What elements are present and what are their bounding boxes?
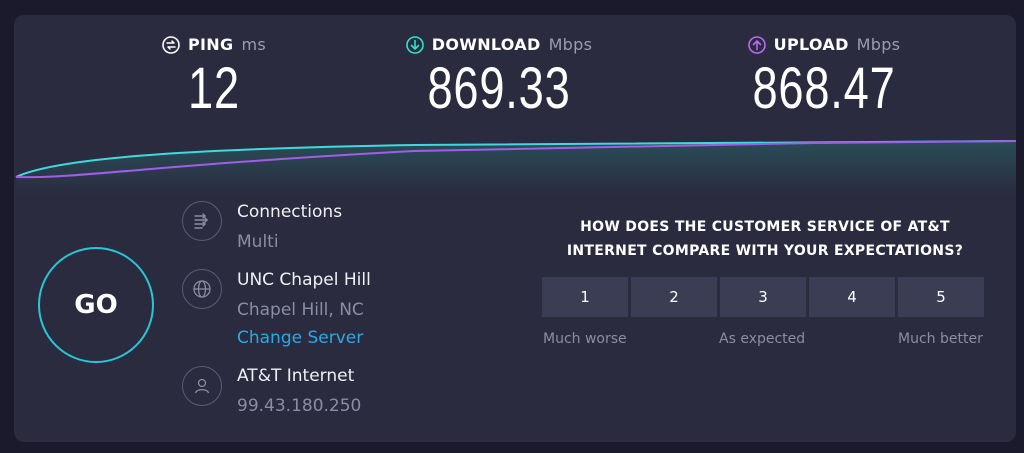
connections-icon	[182, 201, 222, 241]
upload-unit: Mbps	[856, 35, 901, 54]
rating-scale: 1 2 3 4 5	[542, 277, 984, 317]
download-arrow-icon	[405, 35, 424, 54]
rating-button-4[interactable]: 4	[809, 277, 895, 317]
ping-label: PING	[188, 35, 234, 54]
speedtest-result-panel: PING ms 12 DOWNLOAD Mbps 869.33 UPLOAD M…	[14, 15, 1016, 442]
upload-metric: UPLOAD Mbps 868.47	[724, 35, 924, 118]
survey-question-line1: HOW DOES THE CUSTOMER SERVICE OF AT&T	[580, 219, 950, 235]
rating-button-1[interactable]: 1	[542, 277, 628, 317]
user-icon	[182, 366, 222, 406]
ping-value: 12	[188, 56, 240, 121]
download-header: DOWNLOAD Mbps	[384, 35, 614, 54]
rating-button-3[interactable]: 3	[720, 277, 806, 317]
download-value: 869.33	[427, 56, 571, 121]
provider-ip: 99.43.180.250	[237, 396, 362, 416]
ping-icon	[162, 35, 180, 54]
go-button[interactable]: GO	[38, 247, 154, 363]
speed-graph	[15, 140, 1016, 195]
rating-label-low: Much worse	[543, 331, 627, 347]
survey-question: HOW DOES THE CUSTOMER SERVICE OF AT&T IN…	[534, 215, 996, 263]
connections-value: Multi	[237, 232, 279, 252]
ping-header: PING ms	[154, 35, 274, 54]
ping-metric: PING ms 12	[154, 35, 274, 118]
upload-label: UPLOAD	[773, 35, 849, 54]
server-name: UNC Chapel Hill	[237, 270, 371, 290]
download-unit: Mbps	[548, 35, 593, 54]
survey-question-line2: INTERNET COMPARE WITH YOUR EXPECTATIONS?	[566, 243, 964, 259]
rating-label-high: Much better	[898, 331, 983, 347]
rating-button-5[interactable]: 5	[898, 277, 984, 317]
rating-button-2[interactable]: 2	[631, 277, 717, 317]
upload-value: 868.47	[752, 56, 896, 121]
server-location: Chapel Hill, NC	[237, 300, 364, 320]
globe-icon	[182, 269, 222, 309]
rating-label-mid: As expected	[719, 331, 806, 347]
connections-title: Connections	[237, 202, 343, 222]
download-metric: DOWNLOAD Mbps 869.33	[384, 35, 614, 118]
upload-arrow-icon	[747, 35, 766, 54]
change-server-link[interactable]: Change Server	[237, 328, 363, 348]
download-label: DOWNLOAD	[431, 35, 541, 54]
ping-unit: ms	[241, 35, 266, 54]
upload-header: UPLOAD Mbps	[724, 35, 924, 54]
provider-name: AT&T Internet	[237, 366, 355, 386]
